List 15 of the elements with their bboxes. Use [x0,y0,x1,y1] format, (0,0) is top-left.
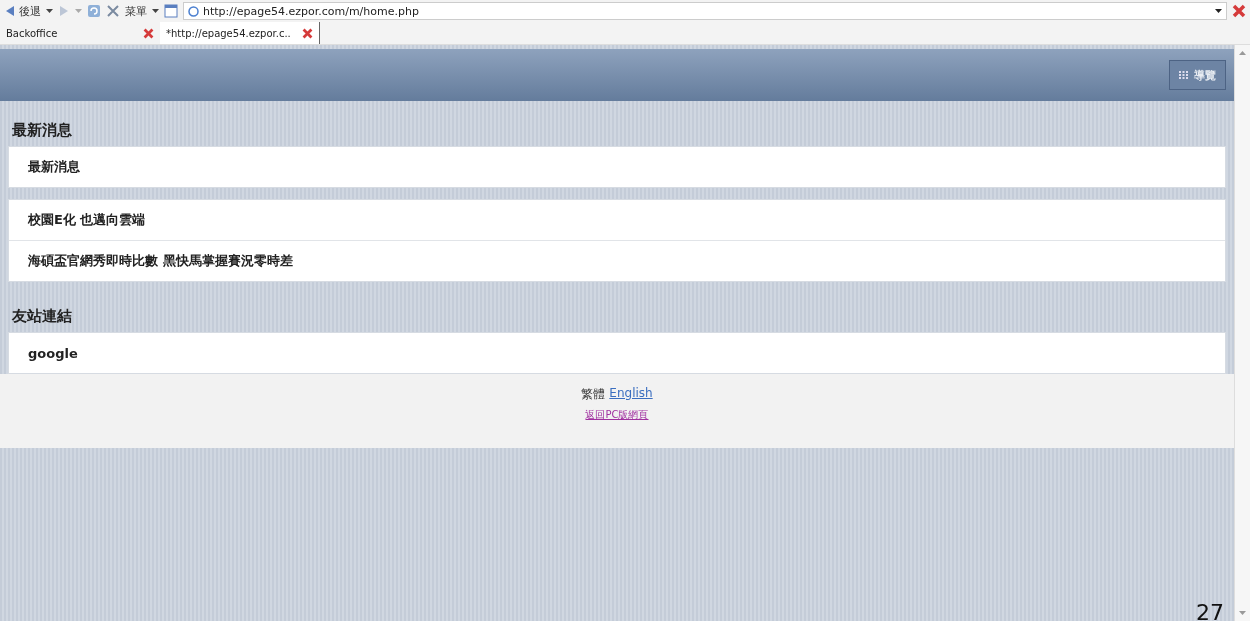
pc-version-link[interactable]: 返回PC版網頁 [585,408,649,422]
list-item[interactable]: google [9,333,1225,373]
section-heading: 最新消息 [11,120,73,141]
menu-button[interactable]: 菜單 [125,3,147,19]
section-heading: 友站連結 [11,306,73,327]
browser-tab[interactable]: Backoffice [0,22,160,44]
list-item[interactable]: 海碩盃官網秀即時比數 黑快馬掌握賽況零時差 [9,240,1225,281]
english-link[interactable]: English [609,386,653,403]
list-item[interactable]: 最新消息 [9,147,1225,187]
list-item[interactable]: 校園E化 也邁向雲端 [9,200,1225,240]
back-button[interactable]: 後退 [4,3,41,19]
browser-tab[interactable]: *http://epage54.ezpor.c.. [160,22,320,44]
address-field[interactable]: http://epage54.ezpor.com/m/home.php [183,2,1227,20]
language-label: 繁體 [581,386,606,403]
page-number: 27 [1196,600,1224,621]
